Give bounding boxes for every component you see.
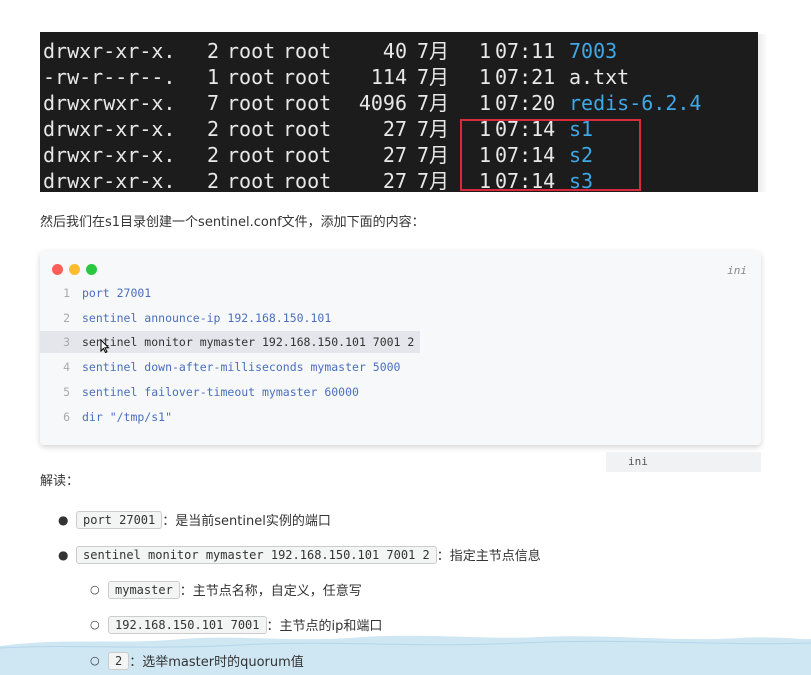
minimize-dot-icon <box>69 264 80 275</box>
terminal-perm: drwxr-xr-x. <box>43 39 176 63</box>
bullet-circle-icon: ○ <box>90 654 100 667</box>
terminal-group: root <box>283 143 332 167</box>
terminal-perm: drwxr-xr-x. <box>43 117 176 141</box>
terminal-time: 07:21 <box>495 65 556 89</box>
terminal-month: 7月 <box>417 65 450 89</box>
list-item-text: ：是当前sentinel实例的端口 <box>162 514 331 529</box>
language-select[interactable]: ini <box>606 452 761 472</box>
terminal-perm: drwxr-xr-x. <box>43 169 176 192</box>
terminal-group: root <box>283 117 332 141</box>
inline-code: 2 <box>108 651 130 670</box>
code-block: ini 1 port 27001 2 sentinel announce-ip 19… <box>40 251 761 445</box>
inline-code: mymaster <box>108 580 180 599</box>
terminal-month: 7月 <box>417 39 450 63</box>
terminal-size: 40 <box>382 39 407 63</box>
terminal-row: -rw-r--r--. 1 root root 114 7月 1 07:21 a.txt <box>43 64 629 90</box>
terminal-owner: root <box>227 91 276 115</box>
terminal-links: 1 <box>207 65 220 89</box>
terminal-filename: 7003 <box>569 39 618 63</box>
terminal-links: 2 <box>207 39 220 63</box>
terminal-group: root <box>283 65 332 89</box>
terminal-perm: drwxrwxr-x. <box>43 91 176 115</box>
terminal-day: 1 <box>478 91 491 115</box>
maximize-dot-icon <box>86 264 97 275</box>
terminal-perm: drwxr-xr-x. <box>43 143 176 167</box>
terminal-shadow <box>758 34 766 192</box>
terminal-size: 27 <box>382 169 407 192</box>
terminal-size: 27 <box>382 143 407 167</box>
sub-list-item: ○ 2 ：选举master时的quorum值 <box>90 651 304 670</box>
code-line-1: 1 port 27001 <box>63 286 152 300</box>
bullet-dot-icon: ● <box>58 512 69 527</box>
terminal-day: 1 <box>478 65 491 89</box>
terminal-owner: root <box>227 39 276 63</box>
mouse-pointer-icon <box>100 339 110 353</box>
terminal-time: 07:11 <box>495 39 556 63</box>
bullet-dot-icon: ● <box>58 547 69 562</box>
code-line-2: 2 sentinel announce-ip 192.168.150.101 <box>63 311 332 325</box>
terminal-size: 114 <box>370 65 407 89</box>
code-language-label: ini <box>727 264 747 277</box>
terminal-owner: root <box>227 117 276 141</box>
terminal-month: 7月 <box>417 143 450 167</box>
terminal-day: 1 <box>478 39 491 63</box>
terminal-group: root <box>283 39 332 63</box>
explain-heading: 解读： <box>40 474 80 489</box>
highlight-box <box>460 119 641 191</box>
terminal-size: 27 <box>382 117 407 141</box>
bullet-circle-icon: ○ <box>90 583 100 596</box>
list-item: ● sentinel monitor mymaster 192.168.150.… <box>58 545 541 564</box>
inline-code: sentinel monitor mymaster 192.168.150.10… <box>76 545 437 564</box>
terminal-links: 2 <box>207 117 220 141</box>
list-item: ● port 27001 ：是当前sentinel实例的端口 <box>58 510 331 529</box>
sub-list-item: ○ mymaster ：主节点名称，自定义，任意写 <box>90 580 362 599</box>
terminal-links: 7 <box>207 91 220 115</box>
inline-code: port 27001 <box>76 510 163 529</box>
terminal-owner: root <box>227 143 276 167</box>
list-item-text: ：指定主节点信息 <box>436 549 541 564</box>
terminal-size: 4096 <box>358 91 407 115</box>
terminal-group: root <box>283 169 332 192</box>
terminal-screenshot: drwxr-xr-x. 2 root root 40 7月 1 07:11 7003 -rw-r-… <box>40 32 758 192</box>
code-line-6: 6 dir "/tmp/s1" <box>63 410 173 424</box>
terminal-owner: root <box>227 65 276 89</box>
code-line-3-highlighted: 3 sentinel monitor mymaster 192.168.150.1… <box>40 331 421 353</box>
list-item-text: ：选举master时的quorum值 <box>129 655 304 670</box>
terminal-owner: root <box>227 169 276 192</box>
intro-paragraph: 然后我们在s1目录创建一个sentinel.conf文件，添加下面的内容： <box>40 215 425 230</box>
terminal-month: 7月 <box>417 169 450 192</box>
terminal-row: drwxr-xr-x. 2 root root 40 7月 1 07:11 7003 <box>43 38 617 64</box>
code-line-5: 5 sentinel failover-timeout mymaster 6000… <box>63 385 359 399</box>
terminal-month: 7月 <box>417 91 450 115</box>
terminal-filename: redis-6.2.4 <box>569 91 702 115</box>
terminal-group: root <box>283 91 332 115</box>
terminal-time: 07:20 <box>495 91 556 115</box>
terminal-links: 2 <box>207 169 220 192</box>
terminal-filename: a.txt <box>569 65 630 89</box>
terminal-links: 2 <box>207 143 220 167</box>
terminal-row: drwxrwxr-x. 7 root root 4096 7月 1 07:20 redis-6.… <box>43 90 701 116</box>
code-line-4: 4 sentinel down-after-milliseconds mymast… <box>63 360 401 374</box>
terminal-month: 7月 <box>417 117 450 141</box>
list-item-text: ：主节点名称，自定义，任意写 <box>179 584 362 599</box>
terminal-perm: -rw-r--r--. <box>43 65 176 89</box>
close-dot-icon <box>52 264 63 275</box>
